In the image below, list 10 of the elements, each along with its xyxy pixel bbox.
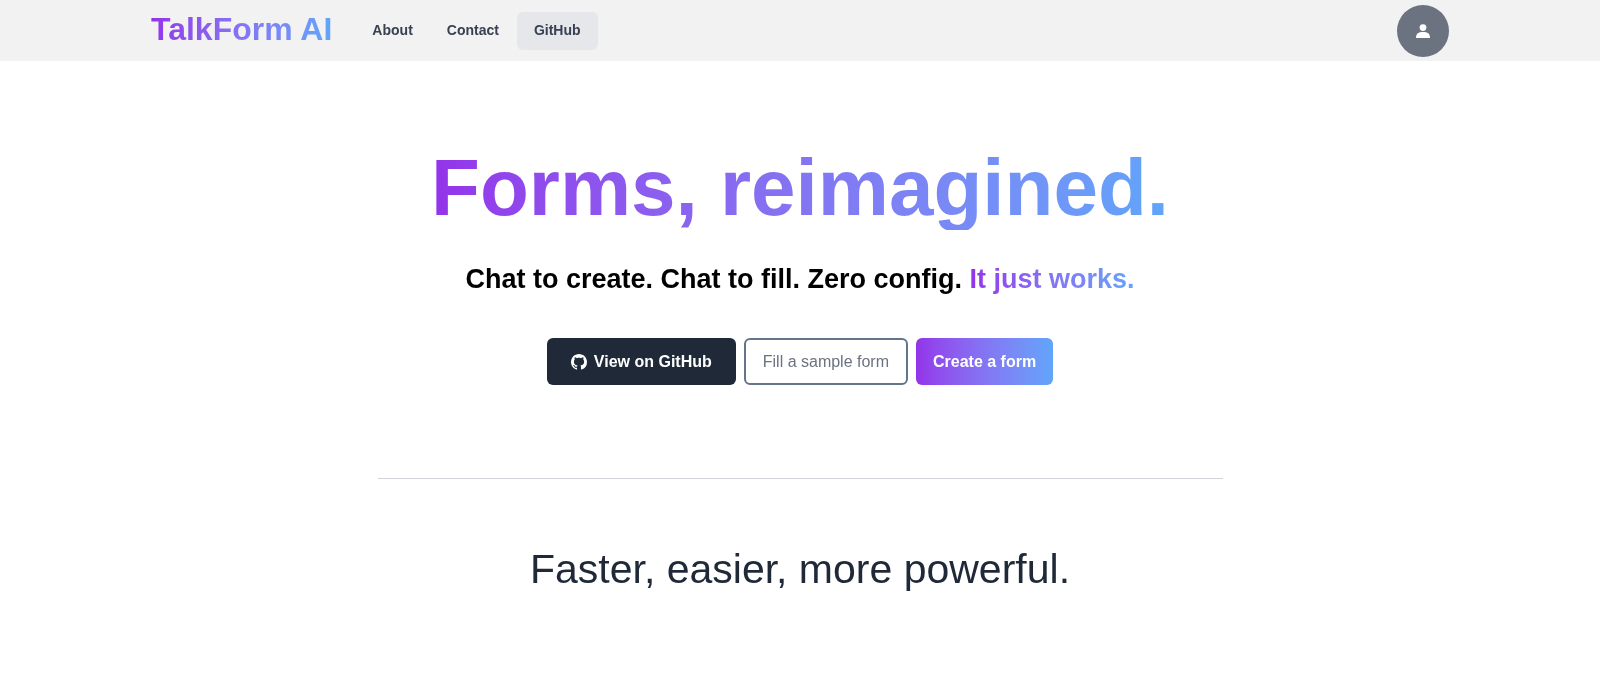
cat-icon [570,353,587,370]
sample-form-button[interactable]: Fill a sample form [743,338,908,385]
nav-link[interactable]: GitHub [516,11,598,50]
user-icon [1416,23,1430,38]
nav-link[interactable]: About [356,11,429,50]
section-heading: Faster, easier, more powerful. [529,545,1071,593]
view-github-button[interactable]: View on GitHub [546,338,736,385]
avatar-button[interactable] [1397,4,1449,57]
hero-subtitle: Chat to create. Chat to fill. Zero config. It just works. [465,263,1135,295]
nav-link[interactable]: Contact [430,11,515,50]
